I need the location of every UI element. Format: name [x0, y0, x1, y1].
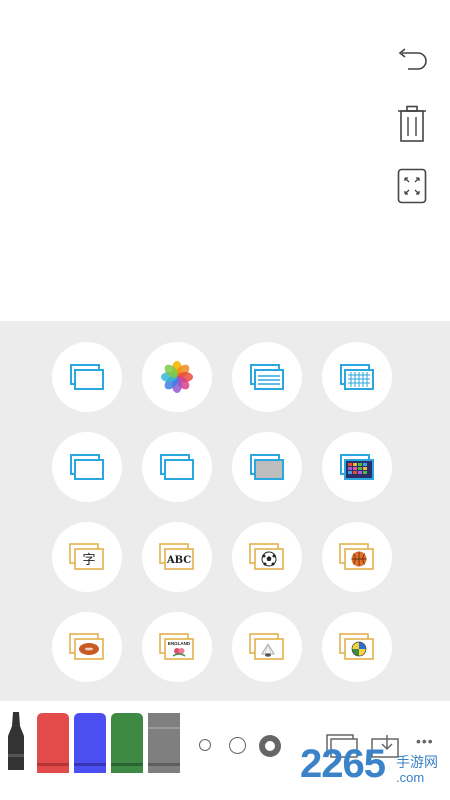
rugby-card-icon — [69, 633, 104, 660]
option-color-grid-board[interactable] — [322, 432, 392, 502]
option-lined-board[interactable] — [232, 342, 302, 412]
chinese-character-card-icon: 字 — [69, 543, 104, 570]
drawing-canvas[interactable] — [0, 0, 450, 321]
pen-gray[interactable] — [146, 711, 180, 773]
pen-red-icon — [37, 713, 69, 773]
pen-blue[interactable] — [72, 711, 106, 773]
option-volleyball-card[interactable] — [322, 612, 392, 682]
option-soccer-card[interactable] — [232, 522, 302, 592]
option-photos[interactable] — [142, 342, 212, 412]
option-gray-board[interactable] — [232, 432, 302, 502]
option-grid-board[interactable] — [322, 342, 392, 412]
pen-green[interactable] — [109, 711, 143, 773]
pen-red[interactable] — [35, 711, 69, 773]
color-grid-board-icon — [340, 454, 374, 480]
marker-icon — [8, 712, 24, 770]
blank-board-icon — [70, 364, 104, 390]
volleyball-card-icon — [339, 633, 374, 660]
badminton-card-icon — [249, 633, 284, 660]
option-chinese-character-card[interactable]: 字 — [52, 522, 122, 592]
option-badminton-card[interactable] — [232, 612, 302, 682]
background-picker-panel: 字 ABC ENGLAND — [0, 321, 450, 701]
blank-board-light-icon — [160, 454, 194, 480]
undo-icon — [398, 48, 427, 70]
pen-blue-icon — [74, 713, 106, 773]
watermark-suffix: .com — [396, 770, 425, 785]
basketball-card-icon — [339, 543, 374, 570]
more-icon: ••• — [416, 733, 434, 749]
option-england-card[interactable]: ENGLAND — [142, 612, 212, 682]
marker-black[interactable] — [4, 710, 28, 772]
soccer-card-icon — [249, 543, 284, 570]
option-blank-board[interactable] — [52, 342, 122, 412]
option-abc-card[interactable]: ABC — [142, 522, 212, 592]
photos-icon — [161, 361, 193, 393]
gray-board-icon — [250, 454, 284, 480]
option-basketball-card[interactable] — [322, 522, 392, 592]
page-dot-2[interactable] — [229, 737, 246, 754]
lined-board-icon — [250, 364, 284, 390]
option-blank-board-light[interactable] — [142, 432, 212, 502]
blank-board-wide-icon — [70, 454, 104, 480]
delete-button[interactable] — [392, 104, 432, 144]
option-blank-board-wide[interactable] — [52, 432, 122, 502]
trash-icon — [398, 105, 426, 142]
watermark-cn: 手游网 — [396, 755, 438, 771]
svg-text:ENGLAND: ENGLAND — [168, 641, 191, 646]
fullscreen-button[interactable] — [392, 166, 432, 206]
option-rugby-card[interactable] — [52, 612, 122, 682]
watermark-number: 2265 — [300, 742, 386, 786]
abc-card-icon: ABC — [159, 543, 194, 570]
england-card-icon: ENGLAND — [159, 633, 194, 660]
pen-gray-icon — [148, 713, 180, 773]
fullscreen-icon — [397, 168, 427, 204]
svg-text:ABC: ABC — [166, 555, 191, 566]
page-dot-3-active[interactable] — [259, 735, 281, 757]
page-dot-1[interactable] — [199, 739, 211, 751]
undo-button[interactable] — [392, 40, 432, 80]
pen-green-icon — [111, 713, 143, 773]
svg-text:字: 字 — [82, 553, 95, 568]
grid-board-icon — [340, 364, 374, 390]
